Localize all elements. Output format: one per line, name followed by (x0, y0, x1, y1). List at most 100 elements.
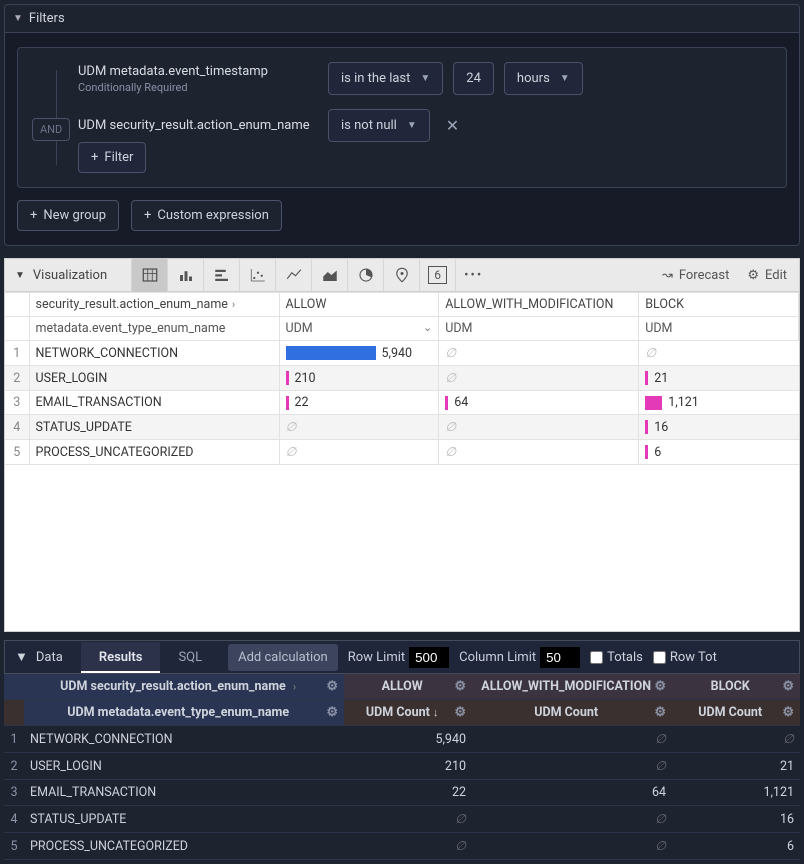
row-limit-input[interactable] (409, 647, 449, 668)
table-row: 3EMAIL_TRANSACTION22641,121 (5, 391, 799, 415)
gear-icon[interactable]: ⚙ (454, 705, 466, 720)
forecast-button[interactable]: ↝Forecast (662, 268, 729, 283)
map-chart-icon[interactable] (383, 258, 419, 292)
null-value: ∅ (286, 420, 297, 435)
more-charts-icon[interactable]: ••• (455, 258, 491, 292)
row-limit-label: Row Limit (348, 650, 405, 665)
cell: ∅ (439, 366, 639, 391)
chevron-down-icon: ▼ (15, 270, 25, 281)
cell-value: 6 (654, 445, 661, 460)
row-field-header: metadata.event_type_enum_name (29, 317, 279, 341)
measure-header[interactable]: UDM (439, 317, 639, 341)
measure-header[interactable]: UDM Count ↓⚙ (344, 700, 472, 726)
table-row: 1NETWORK_CONNECTION5,940∅∅ (5, 341, 799, 366)
bar-chart-icon[interactable] (203, 258, 239, 292)
row-label: EMAIL_TRANSACTION (29, 391, 279, 415)
measure-header[interactable]: UDM Count⚙ (472, 700, 672, 726)
totals-checkbox[interactable]: Totals (590, 650, 643, 665)
remove-filter-icon[interactable]: ✕ (440, 116, 465, 135)
custom-expression-button[interactable]: + Custom expression (131, 200, 282, 231)
dim-sub-header[interactable]: UDM metadata.event_type_enum_name⚙ (24, 700, 344, 726)
measure-header[interactable]: UDM⌄ (279, 317, 439, 341)
visualization-table: security_result.action_enum_name› ALLOW … (5, 292, 799, 465)
chevron-right-icon: › (232, 298, 235, 311)
dim-pivot-header[interactable]: UDM security_result.action_enum_name ›⚙ (24, 674, 344, 700)
table-chart-icon[interactable] (131, 258, 167, 292)
cell-value: 22 (344, 780, 472, 806)
gear-icon[interactable]: ⚙ (654, 705, 666, 720)
pie-chart-icon[interactable] (347, 258, 383, 292)
row-label: NETWORK_CONNECTION (29, 341, 279, 366)
plus-icon: + (144, 208, 151, 223)
cell-value: 210 (295, 371, 316, 386)
filter-operator-select[interactable]: is not null▼ (328, 109, 430, 142)
pivot-block[interactable]: BLOCK (639, 293, 799, 317)
tab-sql[interactable]: SQL (160, 642, 220, 673)
measure-header[interactable]: UDM Count⚙ (672, 700, 800, 726)
forecast-label: Forecast (679, 268, 729, 283)
pivot-header-allow[interactable]: ALLOW⚙ (344, 674, 472, 700)
cell-value: ∅ (472, 726, 672, 753)
edit-viz-button[interactable]: ⚙Edit (747, 268, 787, 283)
table-row: 4STATUS_UPDATE∅∅16 (4, 806, 800, 833)
chevron-down-icon: ▼ (560, 73, 570, 84)
pivot-header-allowmod[interactable]: ALLOW_WITH_MODIFICATION⚙ (472, 674, 672, 700)
data-toggle[interactable]: ▼ Data (5, 649, 73, 665)
scatter-chart-icon[interactable] (239, 258, 275, 292)
gear-icon[interactable]: ⚙ (326, 679, 338, 694)
table-row: 5PROCESS_UNCATEGORIZED∅∅6 (4, 833, 800, 860)
bar (645, 371, 648, 385)
new-group-button[interactable]: + New group (17, 200, 119, 231)
filter-value-input[interactable]: 24 (453, 62, 494, 95)
measure-header[interactable]: UDM (639, 317, 799, 341)
add-calculation-button[interactable]: Add calculation (228, 644, 338, 671)
gear-icon[interactable]: ⚙ (782, 679, 794, 694)
filter-field-name: UDM metadata.event_timestamp (78, 64, 318, 79)
plus-icon: + (91, 150, 98, 165)
filter-unit-select[interactable]: hours▼ (504, 62, 583, 95)
add-filter-button[interactable]: + Filter (78, 142, 146, 173)
row-label: USER_LOGIN (24, 753, 344, 780)
pivot-field-header: security_result.action_enum_name (36, 297, 228, 312)
row-number: 2 (5, 366, 29, 391)
line-chart-icon[interactable] (275, 258, 311, 292)
pivot-allow-mod[interactable]: ALLOW_WITH_MODIFICATION (439, 293, 639, 317)
gear-icon[interactable]: ⚙ (454, 679, 466, 694)
cell-value: 22 (295, 395, 309, 410)
row-number: 5 (5, 440, 29, 465)
bar (445, 396, 448, 410)
pivot-header-block[interactable]: BLOCK⚙ (672, 674, 800, 700)
table-row: 2USER_LOGIN210∅21 (4, 753, 800, 780)
gear-icon[interactable]: ⚙ (782, 705, 794, 720)
cell-value: ∅ (344, 806, 472, 833)
column-chart-icon[interactable] (167, 258, 203, 292)
cell-value: ∅ (472, 833, 672, 860)
gear-icon[interactable]: ⚙ (326, 705, 338, 720)
cell-value: 5,940 (344, 726, 472, 753)
cell-value: 64 (454, 395, 468, 410)
row-label: PROCESS_UNCATEGORIZED (24, 833, 344, 860)
bar (286, 346, 376, 360)
col-limit-input[interactable] (540, 647, 580, 668)
tab-results[interactable]: Results (81, 642, 161, 673)
single-value-icon[interactable]: 6 (419, 258, 455, 292)
filter-row: UDM security_result.action_enum_nameis n… (78, 109, 772, 142)
chevron-down-icon: ▼ (420, 73, 430, 84)
gear-icon[interactable]: ⚙ (654, 679, 666, 694)
cell: 1,121 (639, 391, 799, 415)
cell-value: 5,940 (382, 346, 413, 361)
cell: 22 (279, 391, 439, 415)
row-number: 3 (4, 780, 24, 806)
filters-toggle[interactable]: ▼ Filters (4, 4, 800, 33)
row-totals-checkbox[interactable]: Row Tot (653, 650, 717, 665)
table-row: 3EMAIL_TRANSACTION22641,121 (4, 780, 800, 806)
row-label: STATUS_UPDATE (24, 806, 344, 833)
chevron-down-icon: ▼ (407, 120, 417, 131)
row-label: PROCESS_UNCATEGORIZED (29, 440, 279, 465)
cell: ∅ (279, 415, 439, 440)
visualization-toggle[interactable]: ▼ Visualization (5, 268, 117, 283)
area-chart-icon[interactable] (311, 258, 347, 292)
bar (645, 445, 648, 459)
filter-operator-select[interactable]: is in the last▼ (328, 62, 443, 95)
pivot-allow[interactable]: ALLOW (279, 293, 439, 317)
